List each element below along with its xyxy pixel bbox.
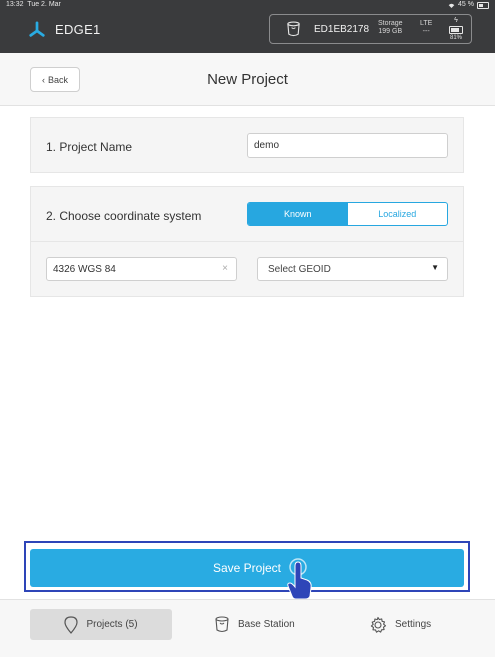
app-title: EDGE1: [55, 22, 101, 37]
device-id: ED1EB2178: [314, 24, 370, 35]
storage-indicator: Storage 199 GB: [378, 20, 403, 36]
project-name-card: 1. Project Name: [30, 117, 464, 173]
bottom-tab-bar: Projects (5) Base Station Settings: [0, 599, 495, 657]
battery-icon: [477, 1, 489, 9]
gear-icon: [370, 616, 387, 633]
tab-projects[interactable]: Projects (5): [30, 609, 172, 640]
coordinate-system-toggle: Known Localized: [247, 202, 448, 226]
page-title: New Project: [207, 71, 288, 88]
known-option[interactable]: Known: [248, 203, 348, 225]
device-status-panel[interactable]: ED1EB2178 Storage 199 GB LTE --- ϟ 81%: [269, 14, 472, 44]
coordinate-system-label: 2. Choose coordinate system: [46, 209, 202, 223]
geoid-placeholder: Select GEOID: [268, 264, 331, 275]
lte-value: ---: [422, 28, 430, 35]
tab-projects-label: Projects (5): [86, 619, 138, 630]
app-logo-icon: [29, 21, 45, 37]
project-name-input[interactable]: [247, 133, 448, 158]
save-project-label: Save Project: [212, 561, 282, 575]
navigation-bar: ‹ Back New Project: [0, 53, 495, 106]
crs-field: ×: [46, 257, 237, 281]
lte-label: LTE: [420, 20, 433, 27]
tab-settings[interactable]: Settings: [369, 609, 431, 640]
clear-icon[interactable]: ×: [222, 263, 228, 274]
project-name-label: 1. Project Name: [46, 140, 133, 154]
base-station-icon: [215, 615, 229, 632]
pointer-hand-icon: [287, 558, 312, 600]
device-battery: ϟ 81%: [446, 17, 466, 43]
localized-option[interactable]: Localized: [348, 203, 448, 225]
storage-value: 199 GB: [378, 28, 403, 35]
tab-base-station-label: Base Station: [238, 619, 295, 630]
crs-input[interactable]: [47, 258, 213, 280]
tab-base-station[interactable]: Base Station: [214, 609, 295, 640]
device-battery-icon: [449, 26, 463, 34]
save-project-button[interactable]: Save Project: [30, 549, 464, 587]
charging-icon: ϟ: [454, 17, 458, 24]
app-header: EDGE1 ED1EB2178 Storage 199 GB LTE --- ϟ…: [0, 10, 495, 53]
crs-selection-card: × Select GEOID ▼: [30, 241, 464, 297]
lte-indicator: LTE ---: [420, 20, 432, 36]
status-date: Tue 2. Mar: [27, 1, 61, 8]
map-pin-icon: [64, 615, 79, 634]
coordinate-system-card: 2. Choose coordinate system Known Locali…: [30, 186, 464, 242]
device-battery-percent: 81%: [449, 35, 462, 41]
storage-label: Storage: [378, 20, 403, 27]
system-status-bar: 13:32 Tue 2. Mar 45 %: [0, 0, 495, 10]
wifi-icon: [448, 3, 455, 8]
status-time: 13:32: [6, 1, 24, 8]
caret-down-icon: ▼: [431, 263, 439, 272]
status-battery-percent: 45 %: [458, 1, 474, 8]
tab-settings-label: Settings: [395, 619, 432, 630]
geoid-select[interactable]: Select GEOID ▼: [257, 257, 448, 281]
base-station-icon: [287, 21, 300, 37]
